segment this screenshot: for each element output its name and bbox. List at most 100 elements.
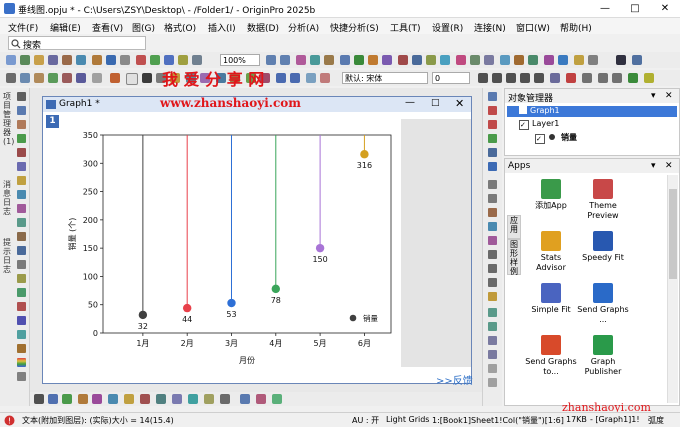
- pin-icon[interactable]: ▾: [651, 91, 656, 101]
- apps-tab-graph-samples[interactable]: 图形样例: [507, 239, 521, 276]
- dark-mode-icon[interactable]: [616, 55, 626, 65]
- minimize-button[interactable]: —: [590, 0, 620, 18]
- scale-tool-icon[interactable]: [17, 120, 26, 129]
- tree-item-graph[interactable]: Graph1: [507, 106, 677, 117]
- project-explorer-icon[interactable]: [340, 55, 350, 65]
- screen-reader-icon[interactable]: [17, 148, 26, 157]
- pointer-tool-icon[interactable]: [17, 92, 26, 101]
- apps-close-icon[interactable]: ✕: [665, 161, 673, 171]
- sidebar-tab-project-explorer[interactable]: 项目管理器(1): [3, 92, 14, 146]
- layer-1-button[interactable]: 1: [46, 115, 59, 128]
- zoom-in-icon[interactable]: [266, 55, 276, 65]
- object-manager-close-icon[interactable]: ✕: [665, 91, 673, 101]
- search-input[interactable]: 搜索: [8, 36, 146, 51]
- plot-setup-icon[interactable]: [412, 55, 422, 65]
- text-tool-left-icon[interactable]: [17, 218, 26, 227]
- italic-icon[interactable]: [492, 73, 502, 83]
- underline-icon[interactable]: [506, 73, 516, 83]
- status-theme[interactable]: Light Grids: [386, 415, 429, 424]
- right-tool-14-icon[interactable]: [488, 278, 497, 287]
- text-align-icon[interactable]: [582, 73, 592, 83]
- right-tool-17-icon[interactable]: [488, 322, 497, 331]
- right-tool-7-icon[interactable]: [488, 180, 497, 189]
- greek-icon[interactable]: [550, 73, 560, 83]
- plot-statistics-icon[interactable]: [140, 394, 150, 404]
- color-palette-icon[interactable]: [17, 358, 26, 367]
- tree-item-plot[interactable]: ✓ 销量: [535, 132, 577, 144]
- plot-line-symbol-icon[interactable]: [62, 394, 72, 404]
- object-manager-icon[interactable]: [354, 55, 364, 65]
- open-icon[interactable]: [92, 55, 102, 65]
- refresh-icon[interactable]: [164, 55, 174, 65]
- right-tool-12-icon[interactable]: [488, 250, 497, 259]
- right-tool-16-icon[interactable]: [488, 308, 497, 317]
- app-add[interactable]: 添加App: [525, 179, 577, 211]
- right-tool-21-icon[interactable]: [488, 378, 497, 387]
- bold-icon[interactable]: [478, 73, 488, 83]
- graph-maximize-button[interactable]: □: [431, 98, 440, 108]
- apps-scrollbar[interactable]: [667, 175, 678, 403]
- rectangle-tool-icon[interactable]: [17, 274, 26, 283]
- learning-center-icon[interactable]: [382, 55, 392, 65]
- app-theme-preview[interactable]: Theme Preview: [577, 179, 629, 221]
- undo-icon[interactable]: [276, 73, 286, 83]
- right-tool-13-icon[interactable]: [488, 264, 497, 273]
- insert-graph-icon[interactable]: [17, 344, 26, 353]
- menu-view[interactable]: 查看(V): [92, 21, 123, 34]
- draw-data-icon[interactable]: [17, 204, 26, 213]
- color-map-icon[interactable]: [470, 55, 480, 65]
- plot-3d-icon[interactable]: [108, 394, 118, 404]
- recalculate-icon[interactable]: [192, 55, 202, 65]
- plot-scatter-icon[interactable]: [48, 394, 58, 404]
- apps-scrollbar-thumb[interactable]: [669, 189, 677, 279]
- feedback-link[interactable]: >>反馈: [436, 372, 473, 387]
- zoom-out-icon[interactable]: [280, 55, 290, 65]
- apps-pin-icon[interactable]: ▾: [651, 161, 656, 171]
- print-icon[interactable]: [120, 55, 130, 65]
- new-graph-icon[interactable]: [34, 55, 44, 65]
- curved-arrow-icon[interactable]: [17, 246, 26, 255]
- arrow-tool-icon[interactable]: [17, 232, 26, 241]
- menu-file[interactable]: 文件(F): [8, 21, 38, 34]
- menu-connect[interactable]: 连接(N): [474, 21, 506, 34]
- import-icon[interactable]: [136, 55, 146, 65]
- theme-icon[interactable]: [456, 55, 466, 65]
- app-graph-publisher[interactable]: Graph Publisher: [577, 335, 629, 377]
- plot-bubble-icon[interactable]: [272, 394, 282, 404]
- graph-window[interactable]: Graph1 * — □ ✕ 1 0 50 100 150 200 250 300 350 1月…: [42, 96, 472, 384]
- right-tool-11-icon[interactable]: [488, 236, 497, 245]
- menu-window[interactable]: 窗口(W): [516, 21, 550, 34]
- line-color-icon[interactable]: [110, 73, 120, 83]
- app-send-graphs-ppt[interactable]: Send Graphs to...: [525, 335, 577, 377]
- increase-font-icon[interactable]: [598, 73, 608, 83]
- app-stats-advisor[interactable]: Stats Advisor: [525, 231, 577, 273]
- data-selector-icon[interactable]: [17, 176, 26, 185]
- new-project-icon[interactable]: [6, 55, 16, 65]
- apps-icon[interactable]: [368, 55, 378, 65]
- graph-minimize-button[interactable]: —: [405, 97, 415, 108]
- digitizer-icon[interactable]: [514, 55, 524, 65]
- rescale-icon[interactable]: [426, 55, 436, 65]
- plot-contour-icon[interactable]: [124, 394, 134, 404]
- circle-tool-icon[interactable]: [17, 288, 26, 297]
- font-select[interactable]: 默认: 宋体: [342, 72, 428, 84]
- right-tool-5-icon[interactable]: [488, 148, 497, 157]
- layer-management-icon[interactable]: [398, 55, 408, 65]
- right-tool-4-icon[interactable]: [488, 134, 497, 143]
- freehand-icon[interactable]: [17, 316, 26, 325]
- subscript-icon[interactable]: [534, 73, 544, 83]
- move-icon[interactable]: [20, 73, 30, 83]
- results-log-icon[interactable]: [324, 55, 334, 65]
- right-tool-3-icon[interactable]: [488, 120, 497, 129]
- menu-help[interactable]: 帮助(H): [560, 21, 592, 34]
- right-tool-2-icon[interactable]: [488, 106, 497, 115]
- plot-line-icon[interactable]: [34, 394, 44, 404]
- app-send-graphs-word[interactable]: Send Graphs ...: [577, 283, 629, 325]
- regional-mask-icon[interactable]: [17, 190, 26, 199]
- app-speedy-fit[interactable]: Speedy Fit: [577, 231, 629, 263]
- align-icon[interactable]: [92, 73, 102, 83]
- right-tool-6-icon[interactable]: [488, 162, 497, 171]
- menu-edit[interactable]: 编辑(E): [50, 21, 81, 34]
- lollipop-chart[interactable]: 0 50 100 150 200 250 300 350 1月 2月 3月 4月 5月 6月 32 44 53 7…: [61, 119, 401, 371]
- menu-analysis[interactable]: 分析(A): [288, 21, 319, 34]
